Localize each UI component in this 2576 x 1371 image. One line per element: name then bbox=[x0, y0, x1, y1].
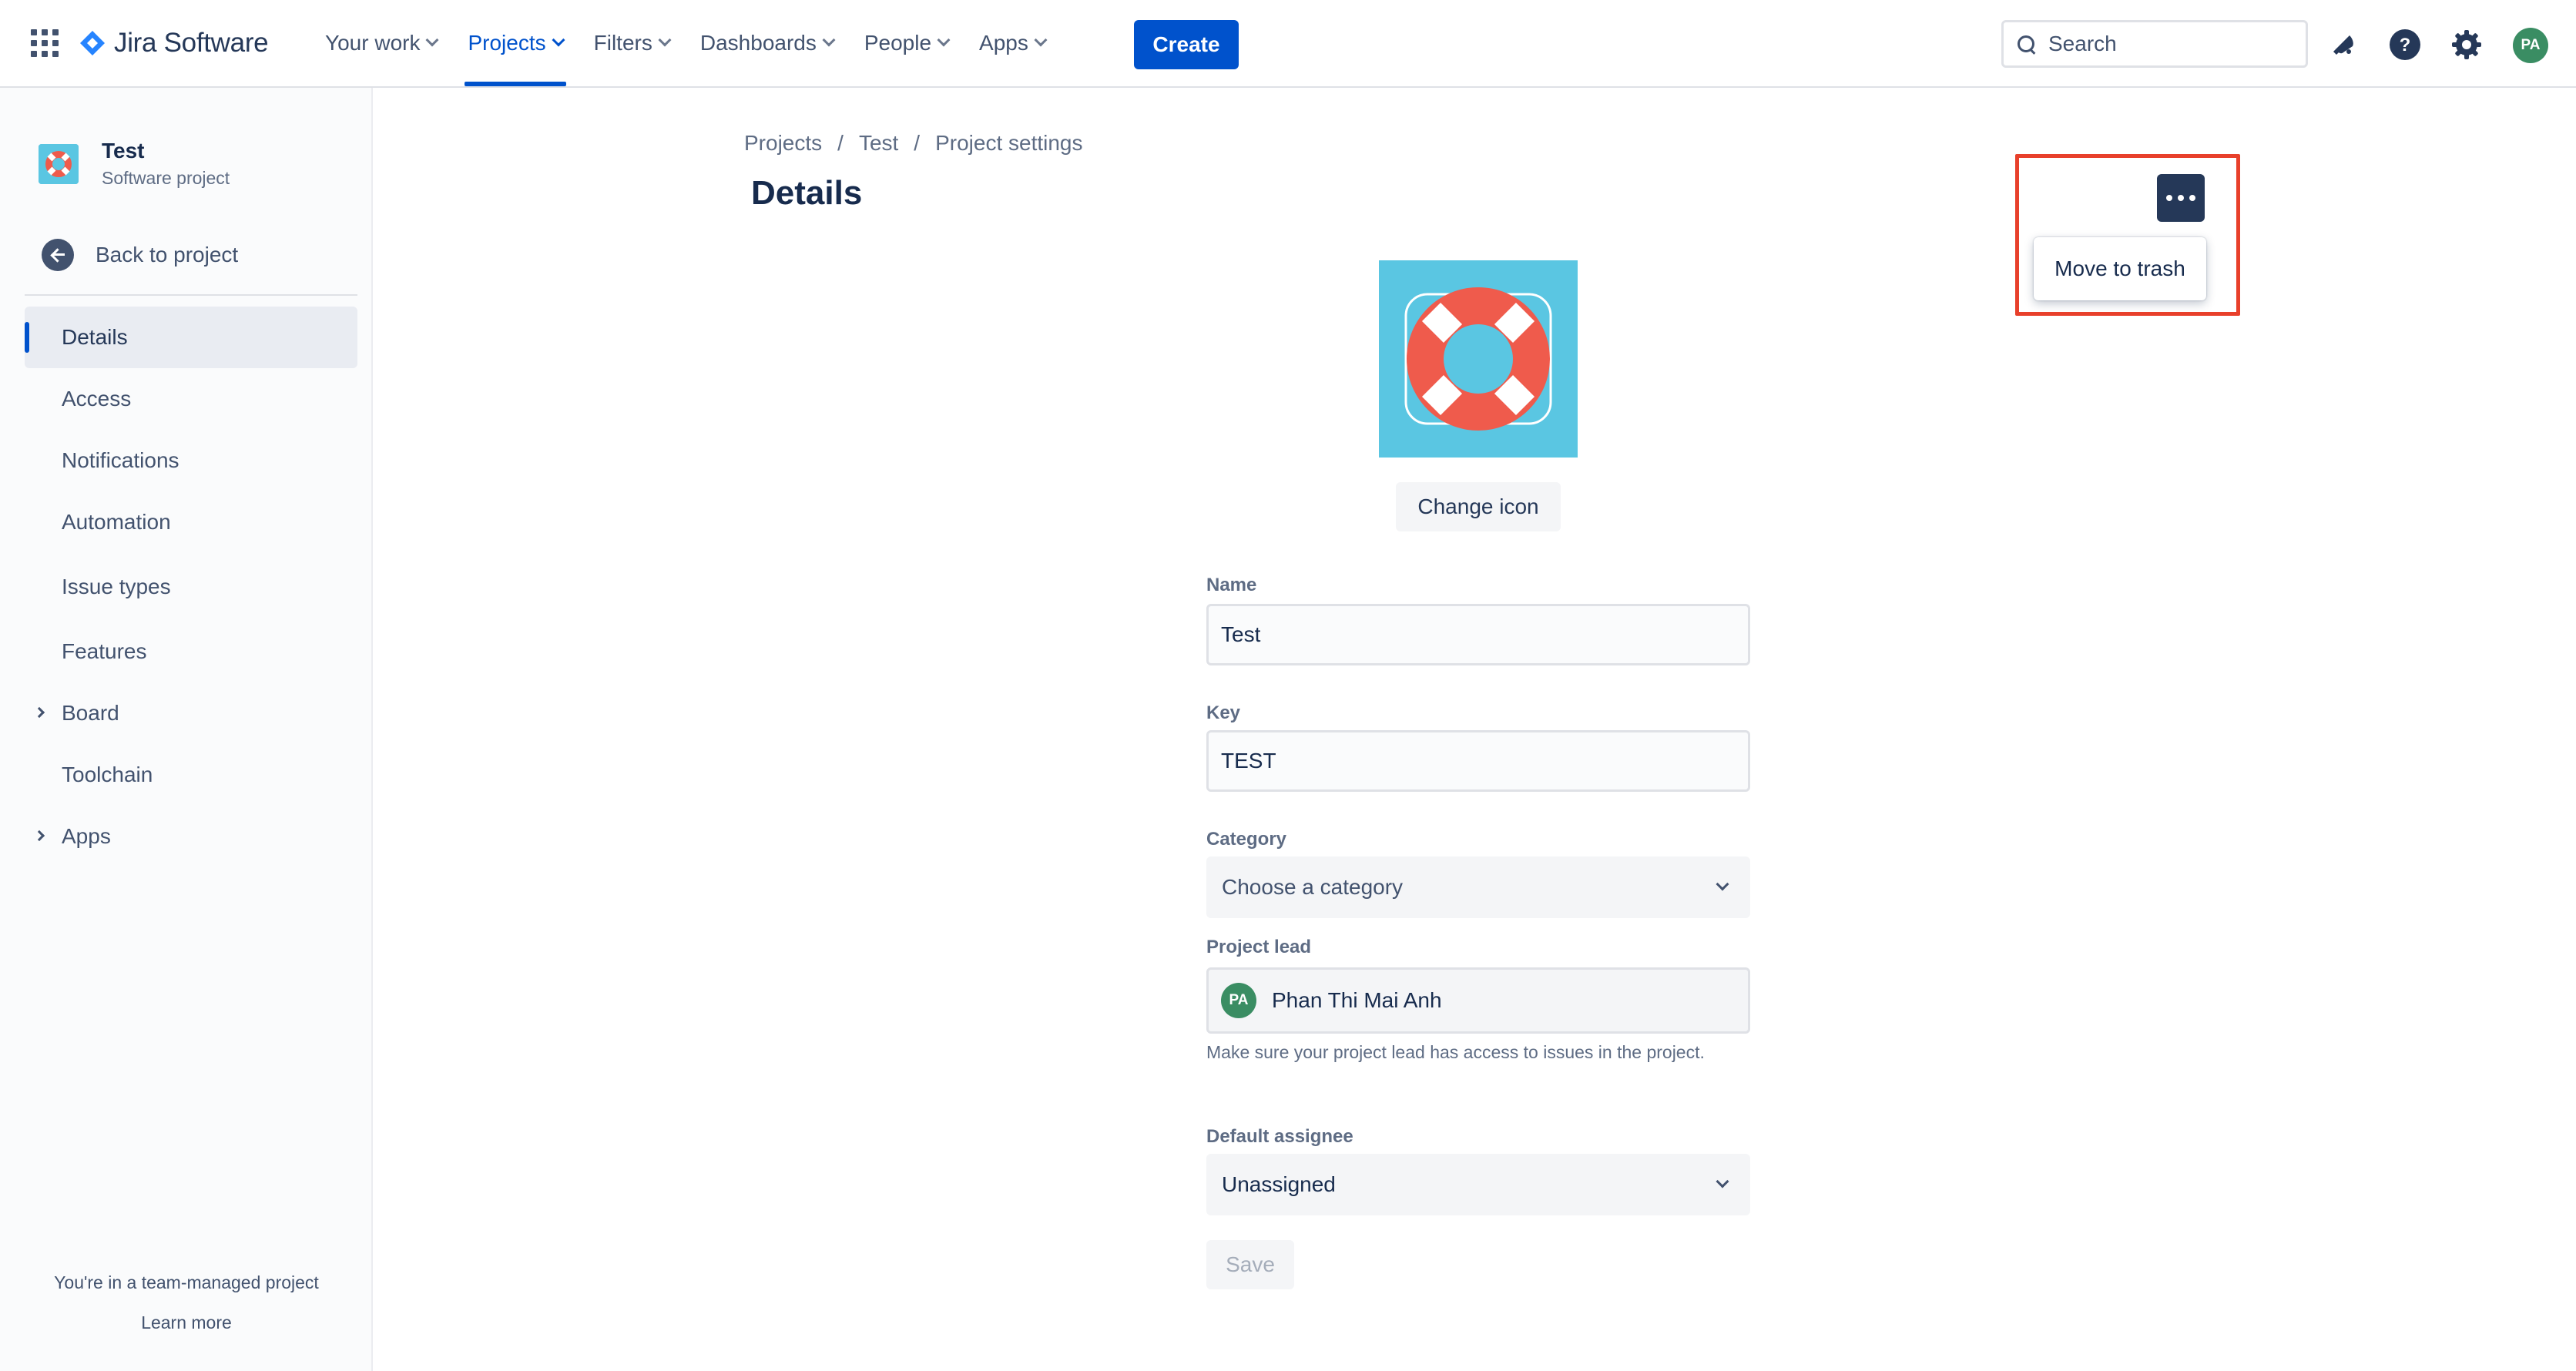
breadcrumb-separator: / bbox=[914, 131, 921, 155]
sidebar-item-automation[interactable]: Automation bbox=[25, 491, 357, 553]
team-managed-note: You're in a team-managed project bbox=[54, 1272, 319, 1292]
nav-your-work[interactable]: Your work bbox=[325, 0, 439, 86]
jira-logo[interactable]: Jira Software bbox=[79, 26, 269, 60]
sidebar-divider bbox=[25, 294, 357, 296]
name-input[interactable] bbox=[1206, 604, 1750, 665]
back-to-project-link[interactable]: Back to project bbox=[42, 239, 238, 271]
primary-nav: Your work Projects Filters Dashboards Pe… bbox=[325, 0, 1076, 86]
save-button[interactable]: Save bbox=[1206, 1240, 1294, 1289]
logo-text: Jira Software bbox=[114, 28, 269, 58]
nav-label: Apps bbox=[979, 31, 1028, 55]
settings-menu: Details Access Notifications Automation … bbox=[25, 307, 357, 867]
chevron-right-icon[interactable] bbox=[33, 830, 45, 842]
project-lifebuoy-icon bbox=[1379, 260, 1578, 458]
jira-logo-icon bbox=[80, 31, 105, 55]
default-assignee-select[interactable]: Unassigned bbox=[1206, 1154, 1750, 1215]
key-input[interactable] bbox=[1206, 730, 1750, 792]
sidebar-item-label: Apps bbox=[62, 824, 111, 848]
breadcrumb-separator: / bbox=[837, 131, 844, 155]
project-lead-picker[interactable]: PA Phan Thi Mai Anh bbox=[1206, 967, 1750, 1034]
chevron-down-icon bbox=[937, 33, 951, 47]
breadcrumb-project-settings[interactable]: Project settings bbox=[935, 131, 1082, 156]
back-label: Back to project bbox=[96, 243, 239, 266]
category-select[interactable]: Choose a category bbox=[1206, 856, 1750, 918]
chevron-right-icon[interactable] bbox=[33, 706, 45, 719]
sidebar-item-details[interactable]: Details bbox=[25, 307, 357, 368]
chevron-down-icon bbox=[425, 33, 439, 47]
name-label: Name bbox=[1206, 575, 1257, 595]
lead-name: Phan Thi Mai Anh bbox=[1272, 988, 1442, 1012]
page-title: Details bbox=[751, 174, 863, 212]
nav-dashboards[interactable]: Dashboards bbox=[699, 0, 836, 86]
lead-avatar: PA bbox=[1221, 983, 1256, 1018]
chevron-down-icon bbox=[1716, 1175, 1729, 1188]
breadcrumb: Projects / Test / Project settings bbox=[744, 131, 1083, 156]
sidebar-item-apps[interactable]: Apps bbox=[25, 806, 357, 867]
project-header: Test Software project bbox=[39, 139, 230, 189]
dot bbox=[2166, 195, 2172, 201]
more-actions-button[interactable] bbox=[2157, 174, 2205, 222]
sidebar-item-issue-types[interactable]: Issue types bbox=[25, 553, 357, 621]
top-navigation: Jira Software Your work Projects Filters… bbox=[0, 0, 2576, 88]
help-icon[interactable]: ? bbox=[2388, 28, 2422, 62]
search-icon bbox=[2014, 32, 2038, 55]
category-label: Category bbox=[1206, 829, 1287, 850]
project-type: Software project bbox=[102, 168, 230, 188]
sidebar-item-label: Board bbox=[62, 701, 119, 725]
user-avatar[interactable]: PA bbox=[2513, 28, 2548, 63]
nav-projects[interactable]: Projects bbox=[465, 0, 566, 86]
nav-label: Filters bbox=[593, 31, 652, 55]
sidebar-item-notifications[interactable]: Notifications bbox=[25, 430, 357, 491]
dot bbox=[2189, 195, 2195, 201]
chevron-down-icon bbox=[1034, 33, 1048, 47]
sidebar-item-access[interactable]: Access bbox=[25, 368, 357, 430]
nav-label: Dashboards bbox=[699, 31, 817, 55]
chevron-down-icon bbox=[552, 33, 565, 47]
project-text: Test Software project bbox=[102, 139, 230, 189]
project-lead-label: Project lead bbox=[1206, 937, 1312, 957]
sidebar-item-features[interactable]: Features bbox=[25, 621, 357, 682]
project-lead-help-text: Make sure your project lead has access t… bbox=[1206, 1042, 1705, 1062]
breadcrumb-test[interactable]: Test bbox=[859, 131, 898, 156]
key-label: Key bbox=[1206, 702, 1241, 723]
nav-label: Projects bbox=[468, 31, 546, 55]
nav-label: Your work bbox=[325, 31, 421, 55]
notifications-icon[interactable] bbox=[2326, 28, 2360, 62]
project-sidebar: Test Software project Back to project De… bbox=[0, 88, 373, 1371]
nav-filters[interactable]: Filters bbox=[593, 0, 672, 86]
breadcrumb-projects[interactable]: Projects bbox=[744, 131, 822, 156]
learn-more-link[interactable]: Learn more bbox=[0, 1312, 373, 1333]
category-value: Choose a category bbox=[1222, 875, 1404, 899]
lifebuoy-icon bbox=[39, 143, 79, 184]
assignee-value: Unassigned bbox=[1222, 1172, 1336, 1196]
search-input[interactable] bbox=[2048, 32, 2295, 56]
search-box bbox=[2001, 20, 2308, 68]
chevron-down-icon bbox=[658, 33, 672, 47]
settings-gear-icon[interactable] bbox=[2450, 28, 2484, 62]
default-assignee-label: Default assignee bbox=[1206, 1126, 1353, 1147]
chevron-down-icon bbox=[822, 33, 836, 47]
create-button[interactable]: Create bbox=[1134, 20, 1239, 69]
change-icon-button[interactable]: Change icon bbox=[1396, 482, 1561, 531]
sidebar-item-toolchain[interactable]: Toolchain bbox=[25, 744, 357, 806]
sidebar-item-board[interactable]: Board bbox=[25, 682, 357, 744]
nav-people[interactable]: People bbox=[864, 0, 951, 86]
move-to-trash-menu-item[interactable]: Move to trash bbox=[2034, 237, 2206, 300]
dot bbox=[2178, 195, 2184, 201]
chevron-down-icon bbox=[1716, 877, 1729, 891]
svg-text:?: ? bbox=[2400, 35, 2411, 55]
project-name: Test bbox=[102, 139, 145, 163]
nav-label: People bbox=[864, 31, 932, 55]
app-switcher-icon[interactable] bbox=[31, 29, 59, 57]
arrow-left-circle-icon bbox=[42, 239, 74, 271]
nav-apps[interactable]: Apps bbox=[979, 0, 1048, 86]
